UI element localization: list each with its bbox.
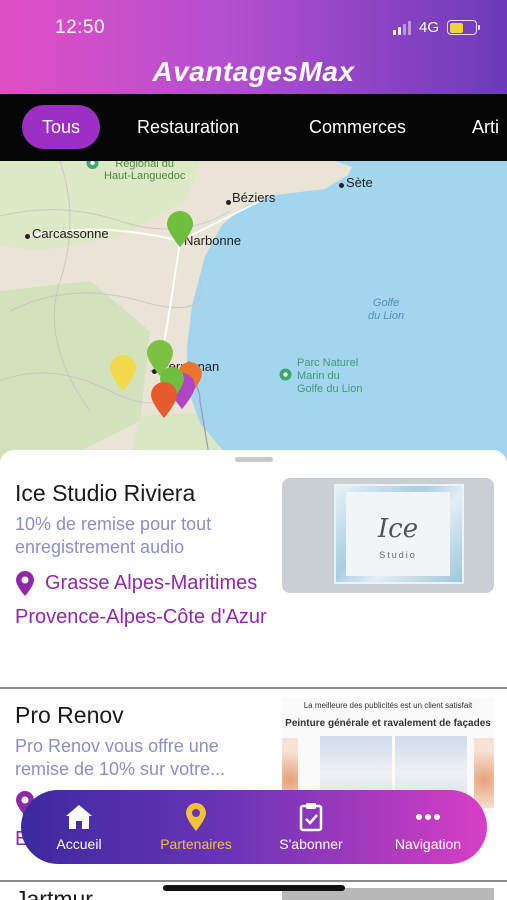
image-logo-card: Ice Studio	[346, 492, 450, 576]
location-pin-icon	[16, 570, 34, 596]
category-tabs: Tous Restauration Commerces Arti	[0, 94, 507, 161]
tab-restauration[interactable]: Restauration	[137, 105, 239, 149]
listing-title[interactable]: Jartmur	[15, 886, 93, 900]
app-header: 12:50 4G AvantagesMax	[0, 0, 507, 94]
location-pin-icon	[186, 803, 206, 831]
regional-park-text: Régional du Haut-Languedoc	[104, 161, 186, 182]
status-time: 12:50	[55, 17, 106, 38]
nav-label: S'abonner	[279, 836, 343, 852]
listing-description: Pro Renov vous offre une remise de 10% s…	[15, 736, 226, 779]
listing-location: Grasse Alpes-Maritimes Provence-Alpes-Cô…	[15, 566, 280, 634]
map-dot-sete	[339, 183, 344, 188]
home-icon	[66, 805, 92, 829]
app-title: AvantagesMax	[152, 56, 355, 87]
listing-description: 10% de remise pour tout enregistrement a…	[15, 514, 212, 557]
map-label-park: Parc Naturel Marin du Golfe du Lion	[297, 357, 362, 396]
bottom-navigation: Accueil Partenaires S'abonner Navigation	[21, 790, 487, 864]
signal-icon	[392, 20, 411, 35]
sheet-drag-handle[interactable]	[235, 457, 273, 462]
network-type: 4G	[418, 19, 439, 36]
map-dot-carcassonne	[25, 234, 30, 239]
partner-pin-narbonne-icon[interactable]	[165, 210, 195, 248]
nav-label: Navigation	[394, 836, 462, 852]
map-dot-beziers	[226, 200, 231, 205]
listing-location-text: Grasse Alpes-Maritimes Provence-Alpes-Cô…	[15, 572, 267, 628]
card-divider	[0, 687, 507, 689]
image-headline: Peinture générale et ravalement de façad…	[285, 718, 491, 729]
more-dots-icon	[416, 814, 440, 820]
map-label-sete: Sète	[346, 175, 373, 190]
tab-artisans[interactable]: Arti	[472, 105, 499, 149]
partner-pin-red-icon[interactable]	[149, 381, 179, 419]
map-background	[0, 161, 507, 461]
status-indicators: 4G	[392, 19, 480, 36]
nav-partenaires[interactable]: Partenaires	[141, 802, 251, 852]
image-logo-subtitle: Studio	[379, 550, 417, 560]
listing-title: Ice Studio Riviera	[15, 480, 196, 506]
gulf-text: Golfe du Lion	[368, 297, 405, 322]
park-marker-icon	[279, 368, 292, 381]
home-indicator[interactable]	[163, 885, 345, 891]
nav-navigation[interactable]: Navigation	[373, 802, 483, 852]
battery-icon	[447, 20, 480, 35]
card-divider	[0, 880, 507, 882]
nav-label: Partenaires	[160, 836, 232, 852]
listing-title: Pro Renov	[15, 702, 124, 728]
park-marker-icon	[86, 161, 99, 169]
listing-image-ice-studio: Ice Studio	[282, 478, 494, 593]
map-view[interactable]: Régional du Haut-Languedoc Béziers Sète …	[0, 161, 507, 461]
nav-label: Accueil	[56, 836, 102, 852]
tab-tous[interactable]: Tous	[22, 105, 101, 149]
park-text: Parc Naturel Marin du Golfe du Lion	[297, 357, 363, 395]
partner-pin-yellow-icon[interactable]	[108, 354, 138, 392]
clipboard-check-icon	[299, 803, 323, 832]
decorative-leaves	[474, 738, 494, 808]
map-label-carcassonne: Carcassonne	[32, 226, 109, 241]
nav-accueil[interactable]: Accueil	[24, 802, 134, 852]
nav-sabonner[interactable]: S'abonner	[256, 802, 366, 852]
image-tagline: La meilleure des publicités est un clien…	[303, 701, 473, 710]
image-logo-text: Ice	[377, 514, 419, 544]
map-label-beziers: Béziers	[232, 190, 276, 205]
map-label-regional-park: Régional du Haut-Languedoc	[104, 161, 185, 182]
tab-commerces[interactable]: Commerces	[309, 105, 406, 149]
map-label-gulf: Golfe du Lion	[368, 297, 404, 323]
